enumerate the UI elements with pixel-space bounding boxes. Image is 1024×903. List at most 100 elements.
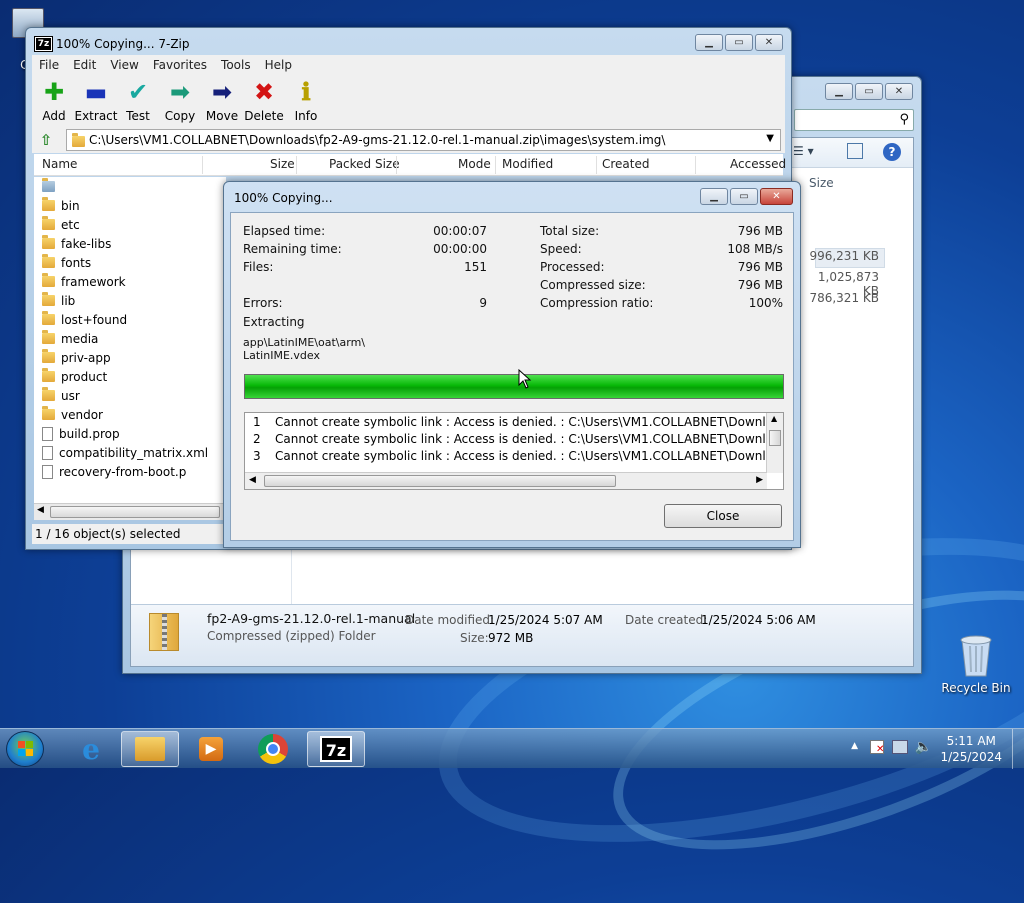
delete-button[interactable]: ✖ Delete [242,79,286,123]
col-packed-size[interactable]: Packed Size [329,157,400,171]
close-icon[interactable]: ✕ [885,83,913,100]
menu-view[interactable]: View [103,58,145,72]
sevenzip-title: 100% Copying... 7-Zip [56,37,190,51]
menu-tools[interactable]: Tools [214,58,258,72]
col-accessed[interactable]: Accessed [730,157,786,171]
close-icon[interactable]: ✕ [760,188,793,205]
help-icon[interactable]: ? [883,143,901,161]
show-desktop-button[interactable] [1012,729,1024,769]
col-mode[interactable]: Mode [458,157,491,171]
progress-dialog[interactable]: 100% Copying... ▁ ▭ ✕ Elapsed time: 00:0… [223,181,801,548]
menu-help[interactable]: Help [258,58,299,72]
col-created[interactable]: Created [602,157,650,171]
taskbar-file-explorer[interactable] [121,731,179,767]
clock-date: 1/25/2024 [940,750,1002,764]
file-list-item[interactable]: usr [34,386,226,405]
folder-icon [42,387,55,401]
network-icon[interactable] [892,740,908,754]
address-bar: ⇧ C:\Users\VM1.COLLABNET\Downloads\fp2-A… [32,127,785,153]
current-file-line1: app\LatinIME\oat\arm\ [243,336,365,349]
taskbar-7zip[interactable]: 7z [307,731,365,767]
file-list-item[interactable]: product [34,367,226,386]
file-list-item[interactable]: media [34,329,226,348]
message-horizontal-scrollbar[interactable]: ◀ ▶ [245,472,767,489]
scroll-thumb[interactable] [769,430,781,446]
taskbar-chrome[interactable] [244,731,302,767]
preview-pane-icon[interactable] [847,143,863,159]
col-modified[interactable]: Modified [502,157,553,171]
error-message-list[interactable]: 1 Cannot create symbolic link : Access is… [244,412,784,490]
file-list-item[interactable] [34,177,226,196]
add-icon: ✚ [43,78,65,106]
scroll-left-icon[interactable]: ◀ [249,475,256,485]
clock[interactable]: 5:11 AM 1/25/2024 [940,733,1002,765]
close-icon[interactable]: ✕ [755,34,783,51]
file-list-item[interactable]: fake-libs [34,234,226,253]
file-list-item-label: media [61,331,99,346]
scroll-up-icon[interactable]: ▲ [771,414,777,423]
test-button[interactable]: ✔ Test [116,79,160,123]
folder-icon [42,178,55,192]
views-icon[interactable]: ☰ ▾ [793,144,814,158]
file-list-item[interactable]: lost+found [34,310,226,329]
file-list-item-label: usr [61,388,80,403]
minimize-icon[interactable]: ▁ [825,83,853,100]
taskbar-media-player[interactable]: ▶ [182,731,240,767]
add-button[interactable]: ✚ Add [32,79,76,123]
chevron-down-icon[interactable]: ▼ [766,133,774,144]
maximize-icon[interactable]: ▭ [855,83,883,100]
volume-muted-icon[interactable]: 🔈 [915,739,932,755]
maximize-icon[interactable]: ▭ [725,34,753,51]
compressed-size-label: Compressed size: [540,278,646,292]
col-size[interactable]: Size [270,157,295,171]
file-list-item[interactable]: build.prop [34,424,226,443]
move-button[interactable]: ➡ Move [200,79,244,123]
size-column-header[interactable]: Size [809,176,834,190]
file-list-item[interactable]: compatibility_matrix.xml [34,443,226,462]
col-sep [695,156,696,174]
recycle-bin-desktop-icon[interactable]: Recycle Bin [940,630,1012,695]
size-value-1: 996,231 KB [809,249,879,263]
file-list-item[interactable]: recovery-from-boot.p [34,462,226,481]
file-list-item[interactable]: vendor [34,405,226,424]
error-row[interactable]: 1 Cannot create symbolic link : Access is… [253,415,783,432]
taskbar-internet-explorer[interactable]: e [62,731,120,767]
menu-favorites[interactable]: Favorites [146,58,214,72]
start-button[interactable] [6,731,44,767]
error-row[interactable]: 3 Cannot create symbolic link : Access is… [253,449,783,466]
scroll-thumb[interactable] [264,475,616,487]
explorer-caption-buttons: ▁ ▭ ✕ [825,83,913,100]
explorer-search-input[interactable]: ⚲ [794,109,914,131]
col-name[interactable]: Name [42,157,77,171]
scroll-left-icon[interactable]: ◀ [37,505,44,515]
action-center-icon[interactable]: ✕ [870,740,884,755]
file-list-item[interactable]: bin [34,196,226,215]
minimize-icon[interactable]: ▁ [695,34,723,51]
search-icon[interactable]: ⚲ [899,112,909,127]
error-row-num: 1 [253,415,261,429]
show-hidden-icons-icon[interactable]: ▲ [851,741,858,751]
file-list-item[interactable]: etc [34,215,226,234]
message-vertical-scrollbar[interactable]: ▲ [766,413,783,473]
file-list-item[interactable]: framework [34,272,226,291]
menu-file[interactable]: File [32,58,66,72]
file-list-item[interactable]: priv-app [34,348,226,367]
sevenzip-app-icon: 7z [34,36,53,52]
file-list-item[interactable]: fonts [34,253,226,272]
scroll-thumb[interactable] [50,506,220,518]
info-button[interactable]: ℹ Info [284,79,328,124]
file-list-item[interactable]: lib [34,291,226,310]
copy-button[interactable]: ➡ Copy [158,79,202,123]
extract-button[interactable]: ▬ Extract [74,79,118,123]
file-list-scrollbar[interactable]: ◀ [34,503,226,520]
minimize-icon[interactable]: ▁ [700,188,728,205]
maximize-icon[interactable]: ▭ [730,188,758,205]
menu-edit[interactable]: Edit [66,58,103,72]
scroll-right-icon[interactable]: ▶ [756,475,763,485]
error-row[interactable]: 2 Cannot create symbolic link : Access is… [253,432,783,449]
address-input[interactable]: C:\Users\VM1.COLLABNET\Downloads\fp2-A9-… [66,129,781,151]
close-button-label: Close [706,509,740,523]
folder-icon [42,292,55,306]
up-folder-icon[interactable]: ⇧ [37,131,55,149]
close-button[interactable]: Close [664,504,782,528]
